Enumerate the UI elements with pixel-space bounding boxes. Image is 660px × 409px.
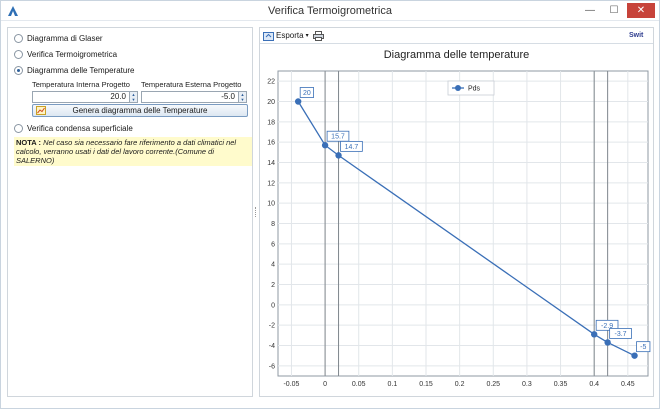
data-point: [294, 98, 302, 105]
data-point: [335, 152, 342, 159]
option-diagramma-glaser[interactable]: Diagramma di Glaser: [14, 34, 103, 43]
panel-splitter[interactable]: [254, 27, 258, 397]
x-tick-label: 0.05: [352, 381, 366, 388]
title-bar: Verifica Termoigrometrica — ☐ ✕: [1, 1, 659, 21]
temp-esterna-stepper[interactable]: -5.0 ▲ ▼: [141, 91, 247, 103]
y-tick-label: 8: [271, 221, 275, 228]
radio-checked-icon[interactable]: [14, 66, 23, 75]
temp-interna-stepper[interactable]: 20.0 ▲ ▼: [32, 91, 138, 103]
temperature-chart: -0.05 0 0.05 0.1 0.15 0.2 0.25 0.3 0.35 0.4 0.45 -6…: [267, 70, 651, 388]
brand-text: Swit: [629, 32, 644, 39]
x-tick-label: 0.2: [455, 381, 465, 388]
y-tick-label: 14: [267, 160, 275, 167]
brand-logo: Swit: [629, 30, 647, 42]
dropdown-arrow-icon: ▾: [305, 33, 309, 39]
y-tick-label: 0: [271, 302, 275, 309]
y-tick-label: 18: [267, 119, 275, 126]
spin-down-icon[interactable]: ▼: [130, 97, 137, 102]
x-tick-label: 0.4: [589, 381, 599, 388]
generate-button-label: Genera diagramma delle Temperature: [72, 106, 208, 115]
temp-interna-label: Temperatura Interna Progetto: [32, 80, 130, 89]
data-point: [631, 352, 638, 359]
x-tick-label: 0.1: [387, 381, 397, 388]
option-verifica-condensa[interactable]: Verifica condensa superficiale: [14, 124, 133, 133]
data-point: [590, 331, 598, 338]
temp-interna-spin-buttons[interactable]: ▲ ▼: [129, 92, 137, 102]
y-tick-label: 4: [271, 262, 275, 269]
y-tick-label: -6: [269, 363, 275, 370]
data-point: [321, 142, 329, 149]
options-panel: Diagramma di Glaser Verifica Termoigrome…: [7, 27, 253, 397]
note-box: NOTA : Nel caso sia necessario fare rife…: [14, 137, 252, 166]
data-label: 14.7: [345, 144, 359, 151]
option-label: Diagramma di Glaser: [27, 34, 103, 43]
temp-esterna-spin-buttons[interactable]: ▲ ▼: [238, 92, 246, 102]
print-icon: [312, 30, 324, 41]
y-tick-label: 12: [267, 180, 275, 187]
data-label: 15.7: [331, 134, 345, 141]
chart-toolbar: Esporta ▾ Swit: [260, 28, 653, 44]
data-label: -5: [640, 344, 646, 351]
window-title: Verifica Termoigrometrica: [268, 5, 392, 17]
chart-generate-icon: [36, 106, 46, 115]
export-label: Esporta: [276, 31, 304, 40]
x-tick-label: -0.05: [283, 381, 299, 388]
data-point: [604, 339, 611, 346]
data-label: -3.7: [615, 331, 627, 338]
radio-icon[interactable]: [14, 50, 23, 59]
y-tick-label: -4: [269, 343, 275, 350]
legend-marker: [455, 85, 461, 91]
y-tick-label: 16: [267, 140, 275, 147]
y-tick-label: -2: [269, 323, 275, 330]
x-tick-label: 0: [323, 381, 327, 388]
data-label: 20: [303, 90, 311, 97]
x-tick-label: 0.3: [522, 381, 532, 388]
print-button[interactable]: [312, 30, 324, 41]
radio-icon[interactable]: [14, 124, 23, 133]
y-tick-label: 22: [267, 79, 275, 86]
option-label: Diagramma delle Temperature: [27, 66, 135, 75]
x-tick-label: 0.25: [486, 381, 500, 388]
window-controls: — ☐ ✕: [579, 3, 655, 18]
spin-down-icon[interactable]: ▼: [239, 97, 246, 102]
maximize-button[interactable]: ☐: [603, 3, 625, 18]
close-button[interactable]: ✕: [627, 3, 655, 18]
y-tick-label: 20: [267, 99, 275, 106]
y-tick-label: 6: [271, 241, 275, 248]
x-tick-label: 0.45: [621, 381, 635, 388]
main-window: Verifica Termoigrometrica — ☐ ✕ Diagramm…: [0, 0, 660, 409]
note-text: Nel caso sia necessario fare riferimento…: [16, 138, 237, 165]
legend-label: Pds: [468, 86, 481, 93]
chart-area: Diagramma delle temperature -0.05 0 0.05 0.…: [260, 45, 653, 396]
note-label: NOTA :: [16, 138, 41, 147]
y-tick-label: 10: [267, 201, 275, 208]
option-diagramma-temperature[interactable]: Diagramma delle Temperature: [14, 66, 134, 75]
temp-esterna-value[interactable]: -5.0: [142, 92, 238, 102]
option-verifica-termoigrometrica[interactable]: Verifica Termoigrometrica: [14, 50, 117, 59]
generate-diagram-button[interactable]: Genera diagramma delle Temperature: [32, 104, 248, 117]
option-label: Verifica condensa superficiale: [27, 124, 133, 133]
chart-panel: Esporta ▾ Swit Diagramma delle temperatu…: [259, 27, 654, 397]
option-label: Verifica Termoigrometrica: [27, 50, 118, 59]
temp-interna-value[interactable]: 20.0: [33, 92, 129, 102]
export-button[interactable]: Esporta ▾: [263, 31, 309, 41]
radio-icon[interactable]: [14, 34, 23, 43]
x-tick-label: 0.35: [554, 381, 568, 388]
temp-esterna-label: Temperatura Esterna Progetto: [141, 80, 242, 89]
y-tick-label: 2: [271, 282, 275, 289]
x-tick-label: 0.15: [419, 381, 433, 388]
export-icon: [263, 31, 274, 41]
minimize-button[interactable]: —: [579, 3, 601, 18]
